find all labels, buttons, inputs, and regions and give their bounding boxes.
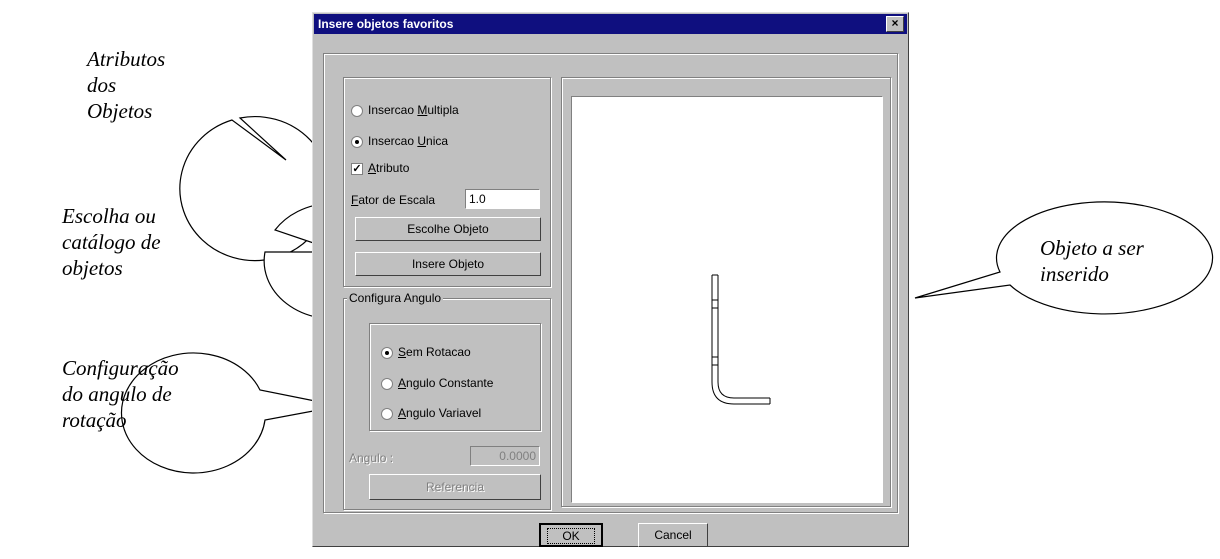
object-preview-drawing [711,274,771,405]
checkbox-atributo[interactable]: ✓ [351,163,363,175]
dialog-title: Insere objetos favoritos [318,17,454,31]
callout-objeto-text: Objeto a ser inserido [1040,236,1144,286]
angulo-input: 0.0000 [470,446,540,466]
label-fator-escala: Fator de Escala [351,193,436,207]
label-angulo-constante[interactable]: Angulo Constante [398,376,493,390]
radio-angulo-variavel[interactable] [381,408,393,420]
label-angulo: Angulo : [349,451,394,465]
ok-button[interactable]: OK [539,523,603,547]
referencia-button: Referencia [369,474,541,500]
close-icon: × [891,16,899,30]
insere-objeto-button[interactable]: Insere Objeto [355,252,541,276]
cancel-button[interactable]: Cancel [638,523,708,547]
configura-angulo-legend: Configura Angulo [347,291,444,305]
object-preview [571,96,883,503]
callout-escolha-text: Escolha ou catálogo de objetos [62,204,161,280]
callout-configuracao-text: Configuração do angulo de rotação [62,356,179,432]
callout-atributos-text: Atributos dos Objetos [87,47,166,123]
dialog-titlebar[interactable]: Insere objetos favoritos × [314,14,907,34]
label-insercao-multipla[interactable]: Insercao Multipla [368,103,459,117]
ok-label: OK [547,528,595,544]
insert-favorites-dialog: Insere objetos favoritos × Insercao Mult… [312,12,909,547]
radio-insercao-unica[interactable] [351,136,363,148]
check-icon: ✓ [352,163,362,175]
label-insercao-unica[interactable]: Insercao Unica [368,134,448,148]
label-atributo[interactable]: Atributo [368,161,409,175]
radio-angulo-constante[interactable] [381,378,393,390]
label-sem-rotacao[interactable]: Sem Rotacao [398,345,471,359]
escolhe-objeto-button[interactable]: Escolhe Objeto [355,217,541,241]
fator-escala-input[interactable]: 1.0 [465,189,540,209]
close-button[interactable]: × [886,16,904,32]
label-angulo-variavel[interactable]: Angulo Variavel [398,406,481,420]
radio-sem-rotacao[interactable] [381,347,393,359]
radio-insercao-multipla[interactable] [351,105,363,117]
